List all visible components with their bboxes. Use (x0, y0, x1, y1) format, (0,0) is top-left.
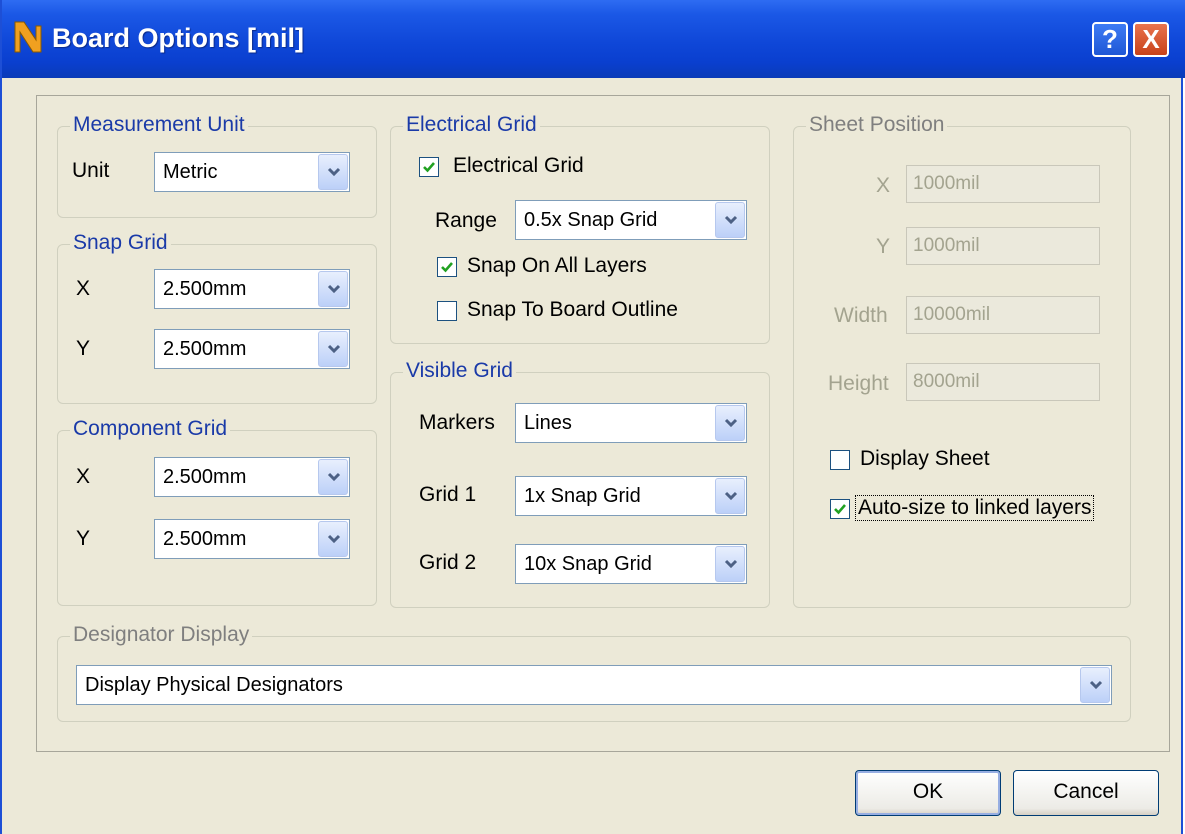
electrical-grid-group: Electrical Grid Electrical Grid Range 0.… (390, 113, 770, 344)
sheet-x-label: X (876, 174, 891, 197)
grid1-select[interactable]: 1x Snap Grid (515, 476, 747, 516)
snap-grid-legend: Snap Grid (70, 231, 171, 255)
chevron-down-icon[interactable] (715, 478, 745, 514)
visible-grid-group: Visible Grid Markers Lines Grid 1 1x Sna… (390, 359, 770, 608)
snap-all-layers-checkbox[interactable] (437, 257, 457, 277)
grid2-value: 10x Snap Grid (524, 553, 652, 575)
designator-display-select[interactable]: Display Physical Designators (76, 665, 1112, 705)
display-sheet-label: Display Sheet (860, 447, 990, 470)
unit-label: Unit (72, 159, 110, 182)
grid1-value: 1x Snap Grid (524, 485, 641, 507)
snap-board-outline-checkbox[interactable] (437, 301, 457, 321)
sheet-x-input[interactable]: 1000mil (906, 165, 1100, 203)
sheet-width-value: 10000mil (913, 304, 991, 325)
app-icon (14, 21, 42, 53)
unit-value: Metric (163, 161, 218, 183)
component-grid-legend: Component Grid (70, 417, 231, 441)
grid2-select[interactable]: 10x Snap Grid (515, 544, 747, 584)
markers-value: Lines (524, 412, 572, 434)
electrical-grid-checkbox[interactable] (419, 157, 439, 177)
snap-grid-group: Snap Grid X 2.500mm Y 2.500mm (57, 231, 377, 404)
sheet-height-value: 8000mil (913, 371, 980, 392)
sheet-y-input[interactable]: 1000mil (906, 227, 1100, 265)
title-bar[interactable]: Board Options [mil] ? X (2, 0, 1185, 78)
sheet-y-label: Y (876, 235, 891, 258)
component-y-label: Y (76, 527, 91, 550)
chevron-down-icon[interactable] (318, 154, 348, 190)
designator-display-value: Display Physical Designators (85, 674, 343, 696)
sheet-width-input[interactable]: 10000mil (906, 296, 1100, 334)
component-x-select[interactable]: 2.500mm (154, 457, 350, 497)
check-icon (441, 262, 453, 273)
chevron-down-icon[interactable] (318, 331, 348, 367)
autosize-label: Auto-size to linked layers (855, 495, 1095, 521)
component-x-value: 2.500mm (163, 466, 247, 488)
measurement-unit-group: Measurement Unit Unit Metric (57, 113, 377, 218)
designator-display-legend: Designator Display (70, 623, 253, 647)
snap-x-value: 2.500mm (163, 278, 247, 300)
range-select[interactable]: 0.5x Snap Grid (515, 200, 747, 240)
component-x-label: X (76, 465, 91, 488)
visible-grid-legend: Visible Grid (403, 359, 516, 383)
chevron-down-icon[interactable] (318, 521, 348, 557)
sheet-x-value: 1000mil (913, 173, 980, 194)
electrical-grid-legend: Electrical Grid (403, 113, 540, 137)
component-grid-group: Component Grid X 2.500mm Y 2.500mm (57, 417, 377, 606)
electrical-grid-label: Electrical Grid (453, 154, 584, 177)
chevron-down-icon[interactable] (715, 405, 745, 441)
sheet-height-label: Height (828, 372, 889, 395)
close-icon: X (1142, 24, 1160, 54)
chevron-down-icon[interactable] (715, 546, 745, 582)
range-value: 0.5x Snap Grid (524, 209, 658, 231)
range-label: Range (435, 209, 497, 232)
snap-x-select[interactable]: 2.500mm (154, 269, 350, 309)
display-sheet-checkbox[interactable] (830, 450, 850, 470)
designator-display-group: Designator Display Display Physical Desi… (57, 623, 1131, 722)
check-icon (834, 504, 846, 515)
snap-y-label: Y (76, 337, 91, 360)
snap-all-layers-label: Snap On All Layers (467, 254, 647, 277)
sheet-position-legend: Sheet Position (806, 113, 948, 137)
snap-y-value: 2.500mm (163, 338, 247, 360)
sheet-width-label: Width (834, 304, 888, 327)
unit-select[interactable]: Metric (154, 152, 350, 192)
grid1-label: Grid 1 (419, 483, 477, 506)
cancel-button[interactable]: Cancel (1013, 770, 1159, 816)
grid2-label: Grid 2 (419, 551, 477, 574)
help-button[interactable]: ? (1092, 22, 1128, 57)
board-options-dialog: Board Options [mil] ? X Measurement Unit… (0, 0, 1185, 834)
ok-button[interactable]: OK (855, 770, 1001, 816)
snap-x-label: X (76, 277, 91, 300)
sheet-position-group: Sheet Position X 1000mil Y 1000mil Width… (793, 113, 1131, 608)
check-icon (423, 162, 435, 173)
markers-select[interactable]: Lines (515, 403, 747, 443)
sheet-y-value: 1000mil (913, 235, 980, 256)
snap-y-select[interactable]: 2.500mm (154, 329, 350, 369)
close-button[interactable]: X (1133, 22, 1169, 57)
component-y-value: 2.500mm (163, 528, 247, 550)
autosize-checkbox[interactable] (830, 499, 850, 519)
chevron-down-icon[interactable] (318, 271, 348, 307)
snap-board-outline-label: Snap To Board Outline (467, 298, 678, 321)
chevron-down-icon[interactable] (1080, 667, 1110, 703)
options-panel: Measurement Unit Unit Metric Snap Grid X… (36, 95, 1170, 752)
chevron-down-icon[interactable] (318, 459, 348, 495)
measurement-unit-legend: Measurement Unit (70, 113, 248, 137)
help-icon: ? (1102, 24, 1118, 54)
component-y-select[interactable]: 2.500mm (154, 519, 350, 559)
window-title: Board Options [mil] (52, 23, 304, 53)
chevron-down-icon[interactable] (715, 202, 745, 238)
sheet-height-input[interactable]: 8000mil (906, 363, 1100, 401)
markers-label: Markers (419, 411, 495, 434)
